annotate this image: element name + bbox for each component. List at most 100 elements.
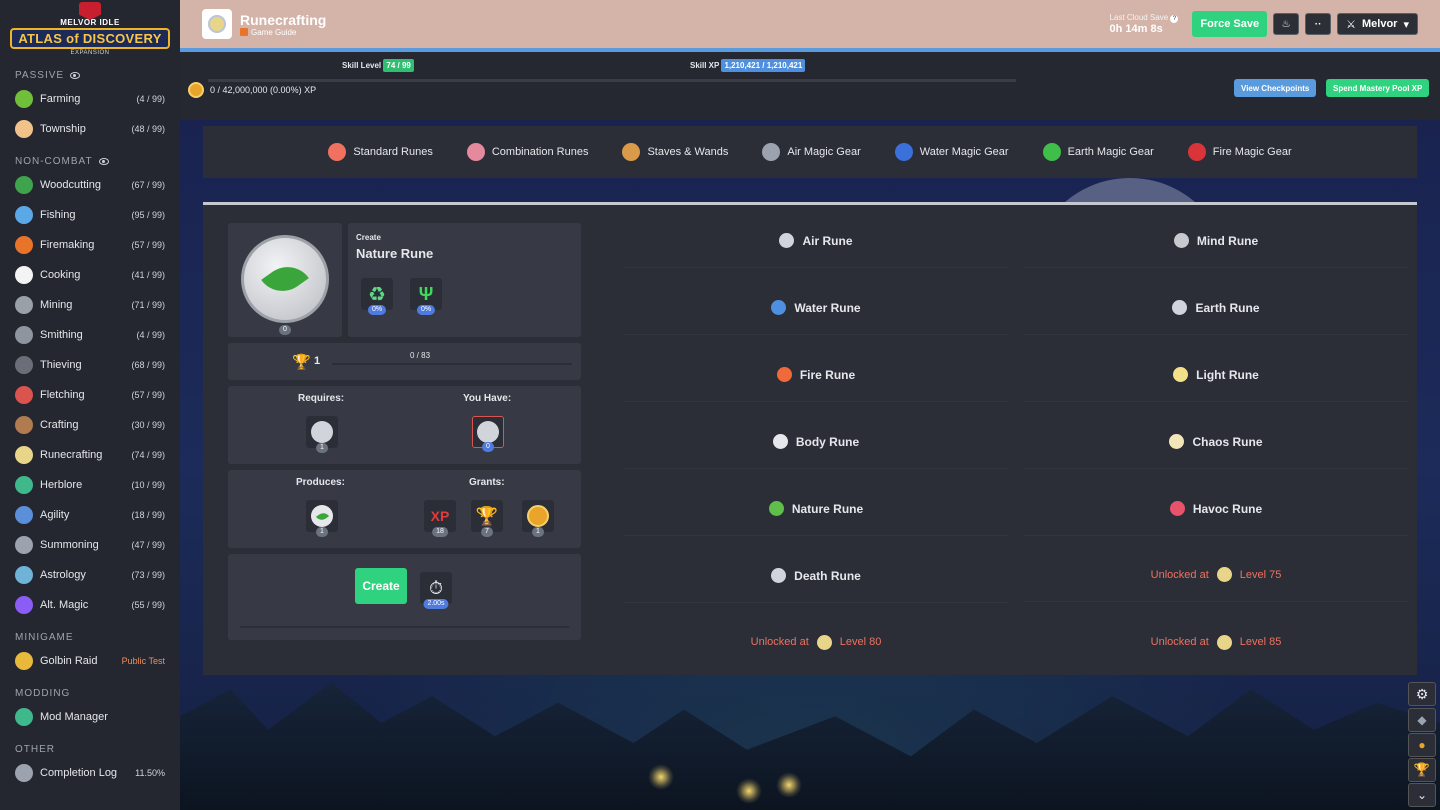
mod-manager-icon	[15, 708, 33, 726]
game-logo[interactable]: MELVOR IDLE ATLAS of DISCOVERY EXPANSION	[0, 0, 180, 62]
rune-option-earth-rune[interactable]: Earth Rune	[1023, 281, 1409, 335]
eye-icon[interactable]	[98, 157, 109, 165]
sidebar-item-label: Agility	[40, 509, 70, 521]
sidebar-item-woodcutting[interactable]: Woodcutting (67 / 99)	[0, 170, 180, 200]
tab-earth-magic-gear[interactable]: Earth Magic Gear	[1042, 143, 1154, 161]
gear-icon: ⚙	[1415, 685, 1429, 702]
rune-option-fire-rune[interactable]: Fire Rune	[623, 348, 1009, 402]
section-noncombat[interactable]: NON-COMBAT	[0, 152, 180, 170]
tab-fire-magic-gear[interactable]: Fire Magic Gear	[1187, 143, 1292, 161]
eye-icon[interactable]	[70, 71, 81, 79]
sidebar-item-agility[interactable]: Agility (18 / 99)	[0, 500, 180, 530]
section-label: MINIGAME	[15, 631, 74, 643]
alt-magic-icon	[15, 596, 33, 614]
sidebar-item-crafting[interactable]: Crafting (30 / 99)	[0, 410, 180, 440]
tab-combination-runes[interactable]: Combination Runes	[466, 143, 589, 161]
sidebar-item-label: Firemaking	[40, 239, 95, 251]
requires-box: Requires: You Have: 1 0	[228, 386, 581, 464]
sidebar-item-firemaking[interactable]: Firemaking (57 / 99)	[0, 230, 180, 260]
chaos-rune-icon	[1169, 434, 1185, 449]
sidebar-item-level: (57 / 99)	[131, 390, 165, 400]
spend-mastery-button[interactable]: Spend Mastery Pool XP	[1326, 79, 1430, 97]
sidebar-item-golbin-raid[interactable]: Golbin Raid Public Test	[0, 646, 180, 676]
rune-option-death-rune[interactable]: Death Rune	[623, 549, 1009, 603]
doubling-modifier[interactable]: Ψ 0%	[410, 278, 442, 315]
rune-option-havoc-rune[interactable]: Havoc Rune	[1023, 482, 1409, 536]
township-icon	[15, 120, 33, 138]
sidebar-item-alt-magic[interactable]: Alt. Magic (55 / 99)	[0, 590, 180, 620]
sidebar-item-completion-log[interactable]: Completion Log 11.50%	[0, 758, 180, 788]
create-button[interactable]: Create	[355, 568, 407, 604]
summon-button[interactable]: ◆	[1408, 708, 1436, 732]
sidebar-item-label: Summoning	[40, 539, 99, 551]
section-modding: MODDING	[0, 684, 180, 702]
rune-option-light-rune[interactable]: Light Rune	[1023, 348, 1409, 402]
sidebar-item-fletching[interactable]: Fletching (57 / 99)	[0, 380, 180, 410]
tab-staves-wands[interactable]: Staves & Wands	[622, 143, 728, 161]
sidebar-item-smithing[interactable]: Smithing (4 / 99)	[0, 320, 180, 350]
sidebar-item-label: Crafting	[40, 419, 79, 431]
trophy-icon: 🏆	[292, 354, 311, 371]
view-checkpoints-button[interactable]: View Checkpoints	[1234, 79, 1317, 97]
preservation-modifier[interactable]: ♻ 0%	[361, 278, 393, 315]
tab-standard-runes[interactable]: Standard Runes	[328, 143, 433, 161]
more-button[interactable]: ··	[1305, 13, 1332, 35]
force-save-button[interactable]: Force Save	[1192, 11, 1268, 37]
rune-option-mind-rune[interactable]: Mind Rune	[1023, 214, 1409, 268]
havoc-rune-icon	[1169, 501, 1185, 516]
section-minigame: MINIGAME	[0, 628, 180, 646]
sidebar-item-cooking[interactable]: Cooking (41 / 99)	[0, 260, 180, 290]
user-menu-button[interactable]: ⚔ Melvor ▾	[1337, 13, 1418, 35]
rune-option-air-rune[interactable]: Air Rune	[623, 214, 1009, 268]
section-passive[interactable]: PASSIVE	[0, 66, 180, 84]
stopwatch-icon: ⏱	[428, 577, 444, 598]
rune-option-water-rune[interactable]: Water Rune	[623, 281, 1009, 335]
achievements-button[interactable]: ●	[1408, 733, 1436, 757]
xp-grant-slot[interactable]: XP 18	[424, 500, 456, 537]
owned-item-slot[interactable]: 0	[472, 416, 504, 452]
trophy-icon: 🏆	[475, 505, 499, 526]
mastery-xp-grant-slot[interactable]: 🏆 7	[471, 500, 503, 537]
pool-xp-grant-slot[interactable]: 1	[522, 500, 554, 537]
sidebar-item-township[interactable]: Township (48 / 99)	[0, 114, 180, 144]
rune-option-nature-rune[interactable]: Nature Rune	[623, 482, 1009, 536]
swords-icon: ⚔	[1346, 18, 1356, 31]
tab-air-magic-gear[interactable]: Air Magic Gear	[762, 143, 861, 161]
public-test-tag: Public Test	[121, 656, 165, 666]
help-icon[interactable]: ?	[1170, 15, 1179, 23]
cloud-save-time: 0h 14m 8s	[1109, 23, 1163, 35]
tab-icon	[328, 143, 347, 161]
skill-xp-progress	[208, 79, 1016, 82]
game-guide-link[interactable]: Game Guide	[240, 28, 326, 37]
trophy-button[interactable]: 🏆	[1408, 758, 1436, 782]
sidebar-item-level: (30 / 99)	[131, 420, 165, 430]
rune-name: Nature Rune	[791, 501, 864, 516]
create-action-box: Create ⏱ 2.00s	[228, 554, 581, 640]
sidebar-item-farming[interactable]: Farming (4 / 99)	[0, 84, 180, 114]
tab-icon	[466, 143, 485, 161]
tab-water-magic-gear[interactable]: Water Magic Gear	[894, 143, 1009, 161]
tab-label: Combination Runes	[491, 146, 589, 158]
produced-count: 1	[316, 527, 328, 537]
tab-icon	[1042, 143, 1061, 161]
fork-icon: Ψ	[418, 283, 434, 304]
rune-option-chaos-rune[interactable]: Chaos Rune	[1023, 415, 1409, 469]
section-label: MODDING	[15, 687, 71, 699]
sidebar-item-runecrafting[interactable]: Runecrafting (74 / 99)	[0, 440, 180, 470]
sidebar-item-mining[interactable]: Mining (71 / 99)	[0, 290, 180, 320]
sidebar-item-summoning[interactable]: Summoning (47 / 99)	[0, 530, 180, 560]
sidebar-item-mod-manager[interactable]: Mod Manager	[0, 702, 180, 732]
sidebar-item-herblore[interactable]: Herblore (10 / 99)	[0, 470, 180, 500]
sidebar-item-astrology[interactable]: Astrology (73 / 99)	[0, 560, 180, 590]
settings-button[interactable]: ⚙	[1408, 682, 1436, 706]
produced-item-slot[interactable]: 1	[306, 500, 338, 537]
potion-button[interactable]: ♨	[1273, 13, 1300, 35]
sidebar-item-fishing[interactable]: Fishing (95 / 99)	[0, 200, 180, 230]
collapse-button[interactable]: ⌄	[1408, 783, 1436, 807]
rune-option-body-rune[interactable]: Body Rune	[623, 415, 1009, 469]
sidebar-item-label: Smithing	[40, 329, 83, 341]
sidebar-item-level: (18 / 99)	[131, 510, 165, 520]
sidebar-item-thieving[interactable]: Thieving (68 / 99)	[0, 350, 180, 380]
preservation-value: 0%	[367, 305, 387, 315]
required-item-slot[interactable]: 1	[306, 416, 338, 453]
